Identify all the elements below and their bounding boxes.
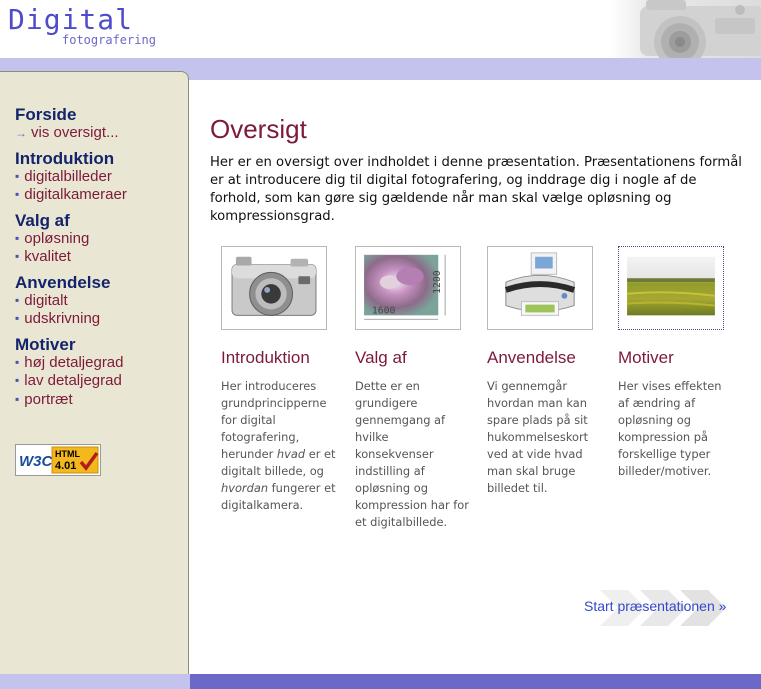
nav-heading-motiver[interactable]: Motiver [15, 335, 185, 354]
nav-heading-introduktion[interactable]: Introduktion [15, 149, 185, 168]
bullet-icon: ▪ [15, 373, 20, 387]
bullet-icon: ▪ [15, 391, 20, 406]
nav-group-motiver: Motiver ▪ høj detaljegrad ▪ lav detaljegra… [15, 335, 185, 410]
nav-heading-valg-af[interactable]: Valg af [15, 211, 185, 230]
printer-illustration [488, 247, 592, 329]
badge-version-text: 4.01 [55, 460, 76, 472]
bullet-icon: ▪ [15, 168, 20, 183]
nav-item-oplosning[interactable]: ▪ opløsning [15, 230, 185, 249]
nav-item-label: høj detaljegrad [24, 353, 124, 371]
intro-paragraph: Her er en oversigt over indholdet i denn… [210, 155, 742, 224]
nav-item-label: kvalitet [24, 248, 71, 265]
bullet-icon: ▪ [15, 230, 20, 245]
bullet-icon: ▪ [15, 354, 20, 369]
card-desc-anvendelse: Vi gennemgår hvordan man kan spare plads… [487, 379, 589, 495]
nav-group-forside: Forside → vis oversigt... [15, 106, 185, 143]
start-presentation-link[interactable]: Start præsentationen » [584, 598, 726, 614]
nav-item-udskrivning[interactable]: ▪ udskrivning [15, 310, 185, 329]
nav-heading-anvendelse[interactable]: Anvendelse [15, 273, 185, 292]
field-landscape-illustration [619, 247, 723, 329]
main-content: Oversigt Her er en oversigt over indhold… [190, 80, 761, 674]
card-desc-motiver: Her vises effekten af ændring af opløsni… [618, 379, 722, 478]
nav-item-portraet[interactable]: ▪ portræt [15, 391, 185, 410]
nav-item-digitalt[interactable]: ▪ digitalt [15, 292, 185, 311]
card-introduktion: Introduktion Her introduceres grundprinc… [221, 246, 336, 514]
card-title-valg-af[interactable]: Valg af [355, 348, 470, 368]
nav-item-lav-detaljegrad[interactable]: ▪ lav detaljegrad [15, 372, 185, 391]
footer-band [190, 674, 761, 689]
bullet-icon: ▪ [15, 249, 20, 263]
height-label: 1200 [432, 270, 443, 294]
width-label: 1600 [372, 305, 396, 316]
card-title-introduktion[interactable]: Introduktion [221, 348, 336, 368]
thumb-camera-image[interactable] [221, 246, 327, 330]
page-title: Oversigt [210, 114, 307, 144]
card-anvendelse: Anvendelse Vi gennemgår hvordan man kan … [487, 246, 602, 497]
footer-band-left [0, 674, 190, 689]
card-desc-valg-af: Dette er en grundigere gennemgang af hvi… [355, 379, 469, 529]
bullet-icon: ▪ [15, 311, 20, 325]
bullet-icon: ▪ [15, 187, 20, 201]
nav-item-kvalitet[interactable]: ▪ kvalitet [15, 248, 185, 267]
site-header: Digital fotografering [0, 0, 761, 58]
card-title-anvendelse[interactable]: Anvendelse [487, 348, 602, 368]
nav-item-label: digitalkameraer [24, 186, 127, 203]
nav-item-hoj-detaljegrad[interactable]: ▪ høj detaljegrad [15, 354, 185, 373]
flower-resolution-illustration: 1600 1200 [356, 247, 460, 329]
card-valg-af: 1600 1200 Valg af Dette er en grundigere… [355, 246, 470, 531]
nav-item-vis-oversigt[interactable]: → vis oversigt... [15, 124, 185, 143]
badge-w3c-text: W3C [19, 453, 54, 470]
nav-item-label: digitalbilleder [24, 167, 112, 185]
nav-item-label: udskrivning [24, 310, 101, 327]
card-desc-introduktion: Her introduceres grundprincipperne for d… [221, 379, 336, 512]
nav-item-label: vis oversigt... [31, 124, 119, 141]
nav-item-label: digitalt [24, 291, 68, 309]
thumb-landscape-image[interactable] [618, 246, 724, 330]
badge-html-text: HTML [55, 449, 80, 459]
bullet-icon: ▪ [15, 292, 20, 307]
sidebar-nav: Forside → vis oversigt... Introduktion ▪ d… [15, 106, 185, 416]
logo-subtitle: fotografering [62, 33, 156, 47]
card-motiver: Motiver Her vises effekten af ændring af… [618, 246, 733, 480]
sidebar: Forside → vis oversigt... Introduktion ▪ d… [0, 71, 189, 674]
header-camera-image [610, 0, 761, 58]
thumb-printer-image[interactable] [487, 246, 593, 330]
camera-illustration [222, 247, 326, 329]
nav-item-label: portræt [24, 390, 73, 408]
thumb-resolution-image[interactable]: 1600 1200 [355, 246, 461, 330]
nav-item-label: opløsning [24, 229, 90, 247]
nav-heading-forside[interactable]: Forside [15, 106, 185, 124]
arrow-right-icon: → [15, 126, 27, 140]
nav-group-valg-af: Valg af ▪ opløsning ▪ kvalitet [15, 211, 185, 267]
nav-group-introduktion: Introduktion ▪ digitalbilleder ▪ digitalka… [15, 149, 185, 205]
nav-item-label: lav detaljegrad [24, 372, 122, 389]
nav-group-anvendelse: Anvendelse ▪ digitalt ▪ udskrivning [15, 273, 185, 329]
nav-item-digitalkameraer[interactable]: ▪ digitalkameraer [15, 186, 185, 205]
card-title-motiver[interactable]: Motiver [618, 348, 733, 368]
w3c-html-badge[interactable]: W3C HTML 4.01 [15, 444, 101, 476]
logo-title: Digital [8, 3, 134, 36]
nav-item-digitalbilleder[interactable]: ▪ digitalbilleder [15, 168, 185, 187]
